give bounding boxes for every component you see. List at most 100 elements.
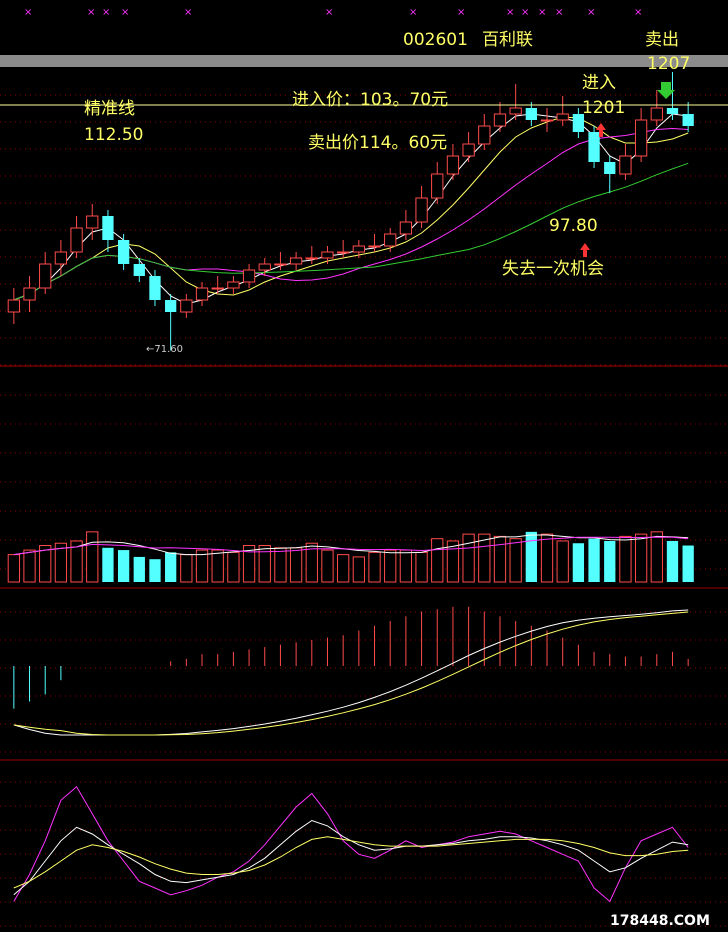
candle-body <box>337 251 350 254</box>
sell-date: 1207 <box>647 54 690 74</box>
volume-bar <box>556 540 569 583</box>
volume-bar <box>149 559 161 582</box>
candle-body <box>305 257 318 260</box>
kdj-line <box>13 836 689 889</box>
volume-bar <box>321 549 334 583</box>
top-markers: × × × × × × × × × × × × × × <box>24 7 642 18</box>
candle <box>478 114 491 150</box>
candle <box>682 102 694 132</box>
volume-bar <box>666 540 679 582</box>
volume-bar <box>540 533 554 583</box>
candle-body <box>384 233 397 247</box>
candle <box>368 234 381 252</box>
candle-body <box>86 215 99 229</box>
candle-body <box>650 107 663 121</box>
candle <box>7 288 20 324</box>
stock-code: 002601 <box>403 30 468 50</box>
candle <box>321 246 334 264</box>
candle-body <box>493 113 507 127</box>
volume-bar <box>493 535 507 583</box>
kdj-line <box>13 819 689 896</box>
candle <box>54 240 68 276</box>
candle-body <box>352 245 365 253</box>
volume-bar <box>274 547 287 583</box>
candle-body <box>619 155 632 175</box>
candle-body <box>289 257 303 265</box>
volume-bar <box>289 547 303 583</box>
volume-bar <box>509 538 522 583</box>
volume-bar <box>588 538 600 582</box>
stock-chart: × × × × × × × × × × × × × × 002601 百利联 精… <box>0 7 728 929</box>
candle <box>258 258 271 276</box>
volume-bar <box>165 552 177 582</box>
entry-label: 进入 <box>582 73 616 93</box>
candle <box>70 216 83 258</box>
candle-body <box>415 197 428 223</box>
candle-body <box>274 263 287 266</box>
candle <box>165 294 177 351</box>
candle-body <box>509 107 522 115</box>
candle <box>289 252 303 270</box>
candle <box>211 276 224 294</box>
candle <box>305 246 318 264</box>
candle <box>556 96 569 126</box>
volume-bar <box>258 545 271 583</box>
candle <box>180 294 193 318</box>
volume-bar <box>117 550 130 582</box>
candle-body <box>211 287 224 290</box>
candle-body <box>431 173 444 199</box>
volume-bar <box>337 554 350 583</box>
candle <box>415 186 428 228</box>
top-marker: × <box>409 7 417 18</box>
candle-body <box>195 287 209 301</box>
candle-body <box>399 221 413 235</box>
volume-bar <box>352 556 365 583</box>
sell-label: 卖出 <box>645 30 679 50</box>
top-marker: × <box>634 7 642 18</box>
volume-bar <box>368 551 381 583</box>
candle-body <box>666 108 679 114</box>
volume-bar <box>634 533 648 583</box>
candle <box>39 252 52 294</box>
top-marker: × <box>24 7 32 18</box>
candle <box>619 144 632 180</box>
candle <box>102 210 114 252</box>
sell-price-label: 卖出价114。60元 <box>308 133 447 153</box>
candle-body <box>227 281 240 289</box>
top-marker: × <box>587 7 595 18</box>
macd-dea-line <box>13 611 689 736</box>
volume-bar <box>431 538 444 583</box>
candle-body <box>39 263 52 289</box>
volume-bar <box>86 531 99 583</box>
candle <box>431 162 444 204</box>
candle-body <box>165 300 177 312</box>
candle <box>227 276 240 294</box>
candle-body <box>180 299 193 313</box>
candle <box>133 258 145 282</box>
entry-date: 1201 <box>582 98 625 118</box>
candle-body <box>634 119 648 157</box>
entry-price-label: 进入价：103。70元 <box>292 90 448 110</box>
top-marker: × <box>521 7 529 18</box>
candle-body <box>117 240 130 264</box>
volume-bar <box>23 549 36 583</box>
volume-bar <box>682 545 694 582</box>
volume-bar <box>180 554 193 583</box>
candle-body <box>368 245 381 248</box>
volume-bar <box>384 549 397 583</box>
top-marker: × <box>325 7 333 18</box>
candle-body <box>7 299 20 313</box>
macd-dif-line <box>13 609 689 736</box>
candle <box>86 204 99 240</box>
precise-line-label: 精准线 <box>84 99 135 119</box>
volume-bar <box>604 540 616 582</box>
chart-stage: × × × × × × × × × × × × × × 002601 百利联 精… <box>0 0 728 932</box>
candle <box>588 126 600 168</box>
watermark: 178448.COM <box>610 913 710 929</box>
macd-layer <box>13 606 689 736</box>
candle <box>446 144 460 180</box>
precise-line-value: 112.50 <box>84 125 143 145</box>
candle-body <box>446 155 460 175</box>
candle-body <box>149 276 161 300</box>
candle-body <box>102 216 114 240</box>
